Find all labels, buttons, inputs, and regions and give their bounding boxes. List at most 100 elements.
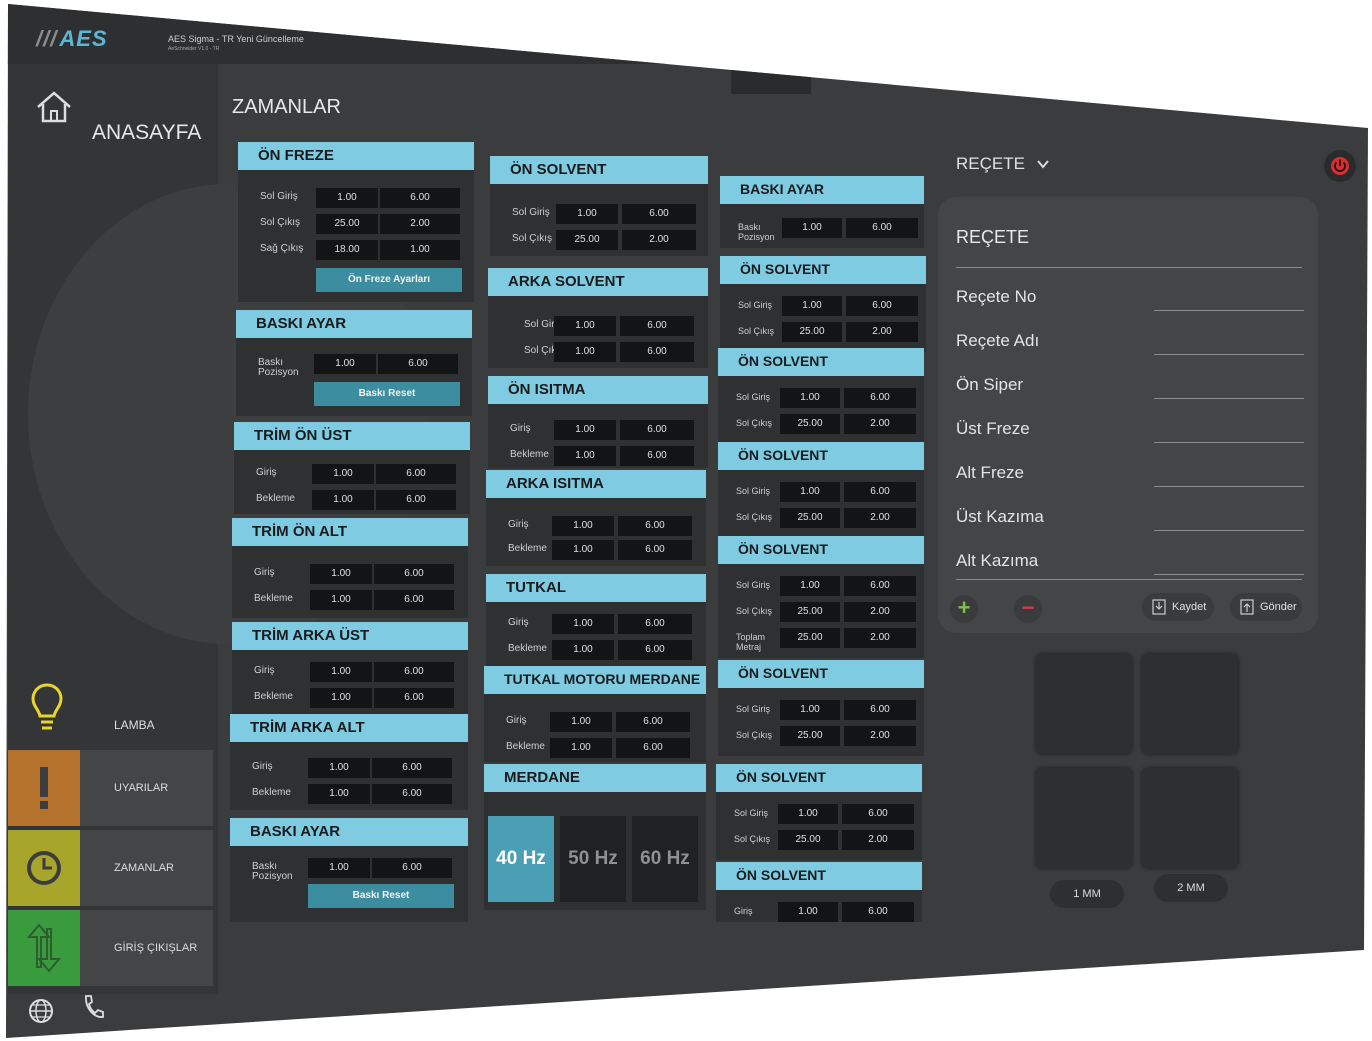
on-freze-settings-button[interactable]: Ön Freze Ayarları [316,268,462,292]
value-field[interactable]: 1.00 [312,490,374,510]
add-button[interactable]: + [950,595,978,623]
recipe-field-ust-kazima[interactable]: Üst Kazıma [956,503,1304,531]
recipe-field-ust-freze[interactable]: Üst Freze [956,415,1304,443]
value-field[interactable]: 6.00 [620,446,694,466]
value-field[interactable]: 1.00 [554,316,616,336]
value-field[interactable]: 2.00 [844,602,916,622]
baski-reset-button[interactable]: Baskı Reset [308,884,454,908]
value-field[interactable]: 6.00 [844,482,916,502]
value-field[interactable]: 25.00 [780,508,840,528]
value-field[interactable]: 1.00 [308,758,370,778]
nav-inputs-outputs[interactable]: GİRİŞ ÇIKIŞLAR [8,910,213,986]
value-field[interactable]: 1.00 [380,240,460,260]
value-field[interactable]: 1.00 [782,296,842,316]
value-field[interactable]: 1.00 [310,590,372,610]
recipe-dropdown[interactable]: REÇETE [956,154,1050,174]
value-field[interactable]: 6.00 [374,564,454,584]
recipe-field-on-siper[interactable]: Ön Siper [956,371,1304,399]
value-field[interactable]: 25.00 [780,726,840,746]
value-field[interactable]: 2.00 [844,628,916,648]
value-field[interactable]: 25.00 [556,230,618,250]
baski-reset-button[interactable]: Baskı Reset [314,382,460,406]
send-button[interactable]: Gönder [1230,593,1302,621]
value-field[interactable]: 25.00 [782,322,842,342]
value-field[interactable]: 1.00 [310,662,372,682]
value-field[interactable]: 1.00 [308,858,370,878]
home-nav[interactable]: ANASAYFA [18,79,213,189]
value-field[interactable]: 2.00 [844,414,916,434]
value-field[interactable]: 2.00 [842,830,914,850]
value-field[interactable]: 6.00 [380,188,460,208]
value-field[interactable]: 1.00 [552,614,614,634]
recipe-field-alt-kazima[interactable]: Alt Kazıma [956,547,1304,575]
value-field[interactable]: 6.00 [842,902,914,922]
value-field[interactable]: 1.00 [780,388,840,408]
phone-icon[interactable] [82,994,104,1020]
hz-60-button[interactable]: 60 Hz [632,816,698,902]
hz-50-button[interactable]: 50 Hz [560,816,626,902]
value-field[interactable]: 2.00 [622,230,696,250]
value-field[interactable]: 6.00 [618,540,692,560]
2mm-button[interactable]: 2 MM [1154,874,1228,902]
value-field[interactable]: 1.00 [554,420,616,440]
value-field[interactable]: 1.00 [780,482,840,502]
value-field[interactable]: 1.00 [550,738,612,758]
value-field[interactable]: 6.00 [620,342,694,362]
nav-timers[interactable]: ZAMANLAR [8,830,213,906]
value-field[interactable]: 6.00 [374,688,454,708]
value-field[interactable]: 6.00 [378,354,458,374]
lamp-button[interactable]: LAMBA [8,674,218,744]
value-field[interactable]: 1.00 [314,354,376,374]
value-field[interactable]: 25.00 [780,414,840,434]
value-field[interactable]: 6.00 [618,614,692,634]
globe-icon[interactable] [28,998,54,1024]
value-field[interactable]: 6.00 [372,784,452,804]
value-field[interactable]: 1.00 [310,688,372,708]
pad-button[interactable] [1142,654,1238,754]
recipe-field-no[interactable]: Reçete No [956,283,1304,311]
value-field[interactable]: 6.00 [374,590,454,610]
save-button[interactable]: Kaydet [1142,593,1214,621]
hz-40-button[interactable]: 40 Hz [488,816,554,902]
value-field[interactable]: 1.00 [556,204,618,224]
value-field[interactable]: 6.00 [620,420,694,440]
value-field[interactable]: 1.00 [310,564,372,584]
value-field[interactable]: 6.00 [618,640,692,660]
nav-warnings[interactable]: UYARILAR [8,750,213,826]
value-field[interactable]: 25.00 [780,628,840,648]
value-field[interactable]: 1.00 [550,712,612,732]
value-field[interactable]: 1.00 [778,804,838,824]
value-field[interactable]: 6.00 [622,204,696,224]
value-field[interactable]: 6.00 [846,296,918,316]
value-field[interactable]: 6.00 [374,662,454,682]
value-field[interactable]: 6.00 [844,576,916,596]
value-field[interactable]: 6.00 [376,464,456,484]
power-button[interactable] [1324,150,1356,182]
value-field[interactable]: 6.00 [616,738,690,758]
value-field[interactable]: 2.00 [844,508,916,528]
value-field[interactable]: 1.00 [552,516,614,536]
value-field[interactable]: 2.00 [380,214,460,234]
value-field[interactable]: 1.00 [552,540,614,560]
value-field[interactable]: 6.00 [620,316,694,336]
value-field[interactable]: 6.00 [372,758,452,778]
value-field[interactable]: 18.00 [316,240,378,260]
value-field[interactable]: 6.00 [372,858,452,878]
value-field[interactable]: 1.00 [780,700,840,720]
value-field[interactable]: 1.00 [782,218,842,238]
value-field[interactable]: 1.00 [316,188,378,208]
recipe-field-alt-freze[interactable]: Alt Freze [956,459,1304,487]
value-field[interactable]: 2.00 [846,322,918,342]
value-field[interactable]: 6.00 [616,712,690,732]
value-field[interactable]: 6.00 [844,388,916,408]
value-field[interactable]: 6.00 [842,804,914,824]
value-field[interactable]: 25.00 [778,830,838,850]
recipe-field-name[interactable]: Reçete Adı [956,327,1304,355]
value-field[interactable]: 25.00 [780,602,840,622]
value-field[interactable]: 2.00 [844,726,916,746]
value-field[interactable]: 1.00 [552,640,614,660]
1mm-button[interactable]: 1 MM [1050,880,1124,908]
pad-button[interactable] [1142,768,1238,868]
value-field[interactable]: 1.00 [554,446,616,466]
pad-button[interactable] [1036,768,1132,868]
